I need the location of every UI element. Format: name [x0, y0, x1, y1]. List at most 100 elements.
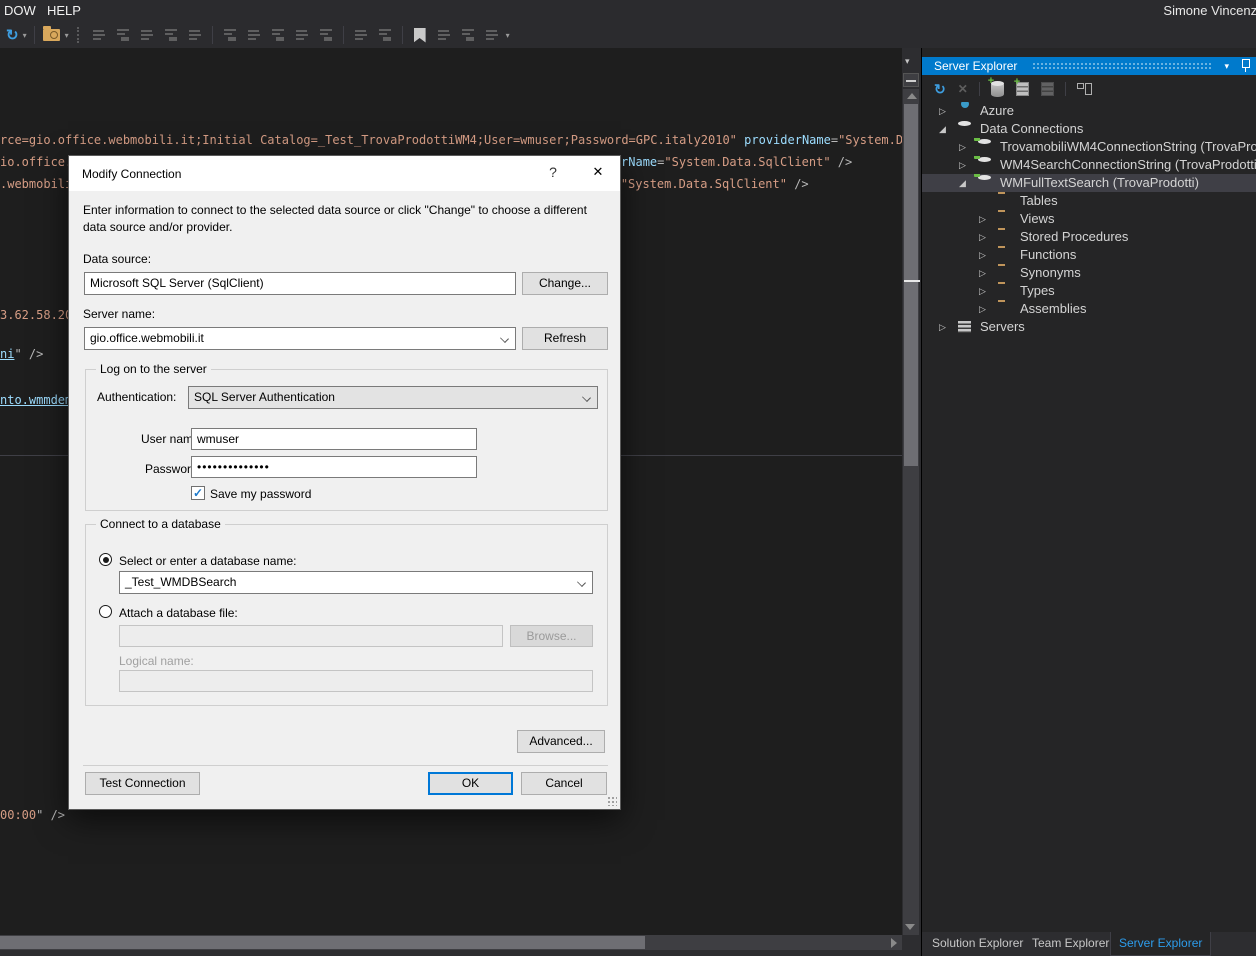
authentication-combo[interactable]: SQL Server Authentication: [188, 386, 598, 409]
toolbar-overflow-icon[interactable]: ▾: [506, 31, 510, 40]
find-dropdown-icon[interactable]: ▾: [65, 31, 69, 40]
close-icon[interactable]: ✕: [583, 164, 613, 184]
password-field[interactable]: ••••••••••••••: [191, 456, 477, 478]
hyperlink-in-string[interactable]: nto.wmmdem: [0, 393, 72, 407]
tree-item-stored-procedures[interactable]: ▷ Stored Procedures: [922, 228, 1256, 246]
tree-item-data-connections[interactable]: ◢ Data Connections: [922, 120, 1256, 138]
hyperlink-in-string[interactable]: ni: [0, 347, 14, 361]
panel-title-bar[interactable]: Server Explorer ▾: [922, 57, 1256, 75]
advanced-button[interactable]: Advanced...: [517, 730, 605, 753]
authentication-label: Authentication:: [97, 390, 176, 404]
expander-icon[interactable]: ◢: [939, 120, 951, 138]
copy-element-icon: [318, 27, 334, 43]
chevron-down-icon[interactable]: [500, 334, 509, 343]
connect-to-server-icon[interactable]: [1016, 82, 1029, 96]
pin-icon[interactable]: [1241, 59, 1249, 72]
change-button[interactable]: Change...: [522, 272, 608, 295]
expander-icon[interactable]: ▷: [979, 228, 991, 246]
tree-item-synonyms[interactable]: ▷ Synonyms: [922, 264, 1256, 282]
main-toolbar: ↻ ▾ ▾ ▾: [0, 22, 1256, 48]
tab-team-explorer[interactable]: Team Explorer: [1024, 932, 1117, 956]
select-database-radio[interactable]: [99, 553, 112, 566]
code-line: nto.wmmdem: [0, 393, 72, 407]
split-window-handle[interactable]: [903, 73, 919, 87]
refresh-button[interactable]: Refresh: [522, 327, 608, 350]
expander-icon[interactable]: ▷: [939, 318, 951, 336]
expander-icon[interactable]: ▷: [979, 246, 991, 264]
tree-item-servers[interactable]: ▷ Servers: [922, 318, 1256, 336]
find-in-files-icon[interactable]: [43, 29, 60, 41]
toolbar-separator: [979, 82, 980, 96]
navigate-dropdown-icon[interactable]: ▾: [23, 31, 27, 40]
cancel-button[interactable]: Cancel: [521, 772, 607, 795]
menu-item-window[interactable]: DOW: [4, 3, 36, 18]
panel-drag-grip[interactable]: [1032, 62, 1212, 70]
help-icon[interactable]: ?: [541, 164, 565, 184]
panel-title: Server Explorer: [934, 59, 1017, 73]
select-database-label: Select or enter a database name:: [119, 554, 296, 568]
code-line: io.office.: [0, 155, 72, 169]
scroll-right-icon[interactable]: [891, 938, 897, 948]
dialog-title-bar[interactable]: Modify Connection ? ✕: [69, 156, 620, 191]
tree-item-assemblies[interactable]: ▷ Assemblies: [922, 300, 1256, 318]
toolbar-drag-handle[interactable]: [77, 27, 81, 43]
navigate-refresh-icon[interactable]: ↻: [6, 26, 19, 44]
save-password-label: Save my password: [210, 487, 311, 501]
editor-dropdown-icon[interactable]: ▾: [905, 56, 910, 67]
toolbar-separator: [34, 26, 35, 44]
tree-item-tables[interactable]: Tables: [922, 192, 1256, 210]
expander-icon[interactable]: ▷: [979, 300, 991, 318]
clear-bookmarks-icon: [484, 27, 500, 43]
tab-server-explorer[interactable]: Server Explorer: [1110, 932, 1211, 956]
expander-icon[interactable]: ▷: [979, 282, 991, 300]
expander-icon[interactable]: ▷: [979, 210, 991, 228]
vertical-scrollbar[interactable]: ▾: [902, 48, 920, 950]
show-folders-icon[interactable]: [1077, 82, 1092, 96]
signed-in-user[interactable]: Simone Vincenzi: [1163, 3, 1256, 18]
data-source-label: Data source:: [83, 252, 151, 266]
add-server-icon: [1041, 82, 1054, 96]
test-connection-button[interactable]: Test Connection: [85, 772, 200, 795]
expander-icon[interactable]: ◢: [959, 174, 971, 192]
tree-item-azure[interactable]: ▷ Azure: [922, 102, 1256, 120]
chevron-down-icon[interactable]: [577, 578, 586, 587]
refresh-icon[interactable]: ↻: [934, 81, 946, 98]
dialog-title: Modify Connection: [82, 167, 181, 181]
expander-icon[interactable]: ▷: [959, 156, 971, 174]
data-source-field[interactable]: Microsoft SQL Server (SqlClient): [84, 272, 516, 295]
tree-item-connection[interactable]: ▷ TrovamobiliWM4ConnectionString (TrovaP…: [922, 138, 1256, 156]
database-name-combo[interactable]: _Test_WMDBSearch: [119, 571, 593, 594]
tree-item-functions[interactable]: ▷ Functions: [922, 246, 1256, 264]
scroll-up-icon[interactable]: [907, 93, 917, 99]
username-field[interactable]: wmuser: [191, 428, 477, 450]
tree-item-connection[interactable]: ▷ WM4SearchConnectionString (TrovaProdot…: [922, 156, 1256, 174]
expander-icon[interactable]: ▷: [959, 138, 971, 156]
vertical-scrollbar-thumb[interactable]: [904, 104, 918, 466]
horizontal-scrollbar[interactable]: [0, 935, 902, 950]
chevron-down-icon[interactable]: [582, 393, 591, 402]
horizontal-scrollbar-thumb[interactable]: [0, 936, 645, 949]
tree-item-types[interactable]: ▷ Types: [922, 282, 1256, 300]
attach-file-radio[interactable]: [99, 605, 112, 618]
tab-solution-explorer[interactable]: Solution Explorer: [924, 932, 1031, 956]
logical-name-field: [119, 670, 593, 692]
scroll-down-icon[interactable]: [905, 924, 915, 930]
expander-icon[interactable]: ▷: [979, 264, 991, 282]
tree-item-connection-selected[interactable]: ◢ WMFullTextSearch (TrovaProdotti): [922, 174, 1256, 192]
server-explorer-tree: ▷ Azure ◢ Data Connections ▷ Trovamobili…: [922, 102, 1256, 336]
toggle-bookmark-icon[interactable]: [414, 28, 426, 43]
vertical-scrollbar-track[interactable]: [903, 89, 919, 935]
resize-grip[interactable]: [607, 796, 617, 806]
remove-schema-icon: [187, 27, 203, 43]
save-password-checkbox[interactable]: ✓: [191, 486, 205, 500]
document-outline-icon: [115, 27, 131, 43]
expander-icon[interactable]: ▷: [939, 102, 951, 120]
menu-item-help[interactable]: HELP: [47, 3, 81, 18]
display-outline-icon: [91, 27, 107, 43]
tree-item-views[interactable]: ▷ Views: [922, 210, 1256, 228]
connect-to-database-icon[interactable]: [991, 82, 1004, 97]
window-position-icon[interactable]: ▾: [1224, 57, 1229, 75]
ok-button[interactable]: OK: [428, 772, 513, 795]
dialog-divider: [83, 765, 608, 766]
server-name-combo[interactable]: gio.office.webmobili.it: [84, 327, 516, 350]
